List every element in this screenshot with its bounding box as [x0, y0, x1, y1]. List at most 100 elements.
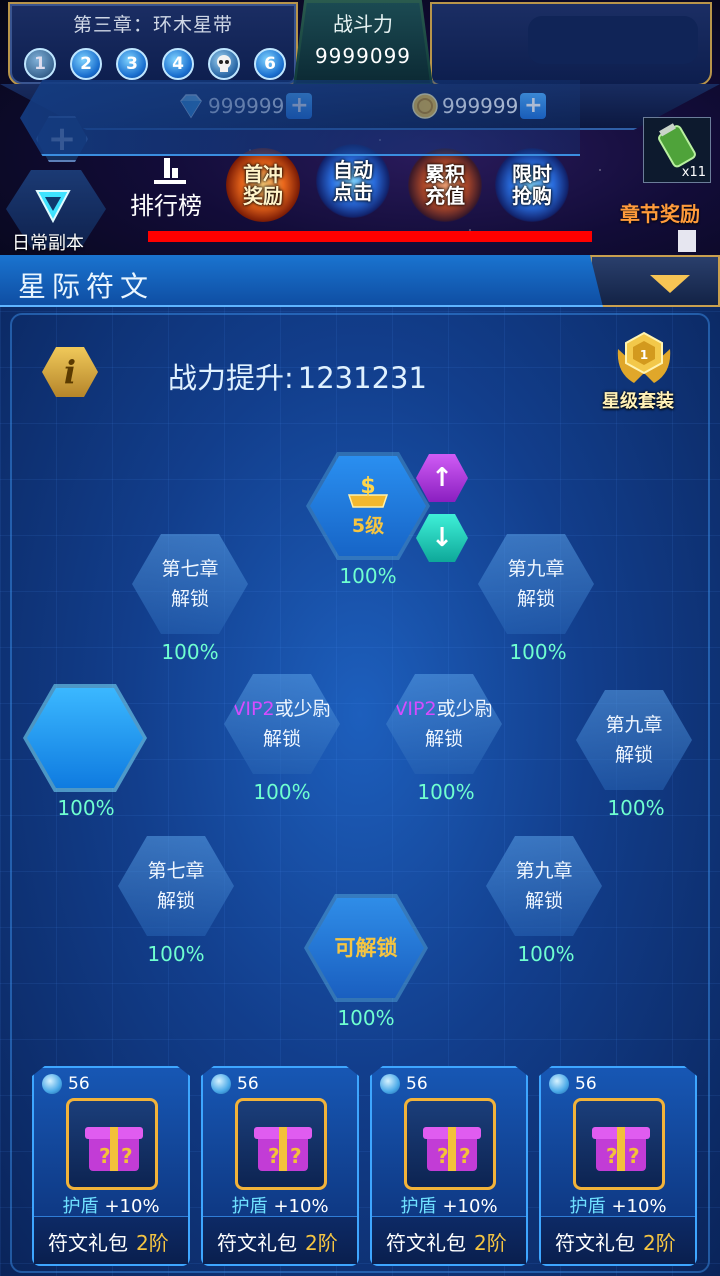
node-chapter: 第九章	[605, 714, 663, 736]
card-name-bar: 符文礼包 2阶	[34, 1216, 188, 1264]
rune-gift-card[interactable]: 56 ? ? 护盾 +10% 符文礼包 2阶	[539, 1066, 697, 1266]
card-title: 符文礼包	[217, 1231, 297, 1255]
vip-label: VIP2	[394, 698, 437, 720]
star-suit-medal-icon[interactable]: 1	[612, 329, 676, 391]
vip-label: VIP2	[232, 698, 275, 720]
card-name: 符文礼包 2阶	[386, 1227, 507, 1256]
first-recharge-line1: 首冲	[243, 162, 283, 186]
card-count-value: 56	[575, 1074, 597, 1094]
node-chapter: 第七章	[161, 558, 219, 580]
card-stat: 护盾 +10%	[372, 1192, 526, 1218]
power-boost-row	[20, 80, 580, 156]
small-indicator	[678, 230, 696, 252]
gift-frame: ? ?	[235, 1098, 327, 1190]
collapse-button[interactable]	[590, 255, 720, 307]
stat-value: +10%	[611, 1196, 667, 1217]
node-progress: 100%	[147, 942, 205, 966]
svg-text:?: ?	[606, 1144, 618, 1168]
node-unlock: 解锁	[170, 588, 209, 610]
card-title: 符文礼包	[386, 1231, 466, 1255]
auto-click-line1: 自动	[333, 158, 373, 182]
gift-frame: ? ?	[66, 1098, 158, 1190]
item-quantity: x11	[681, 165, 706, 180]
node-progress: 100%	[517, 942, 575, 966]
node-progress: 100%	[509, 640, 567, 664]
medal-number: 1	[640, 348, 648, 362]
limited-line2: 抢购	[512, 184, 552, 208]
mystery-gift-icon: ? ?	[592, 1127, 650, 1171]
power-boost-label: 战力提升:	[168, 361, 294, 395]
svg-text:?: ?	[121, 1144, 133, 1168]
card-tier: 2阶	[474, 1231, 507, 1255]
right-panel	[430, 2, 712, 86]
rune-gift-card[interactable]: 56 ? ? 护盾 +10% 符文礼包 2阶	[201, 1066, 359, 1266]
star-suit-label: 星级套装	[602, 391, 674, 412]
card-count-value: 56	[406, 1074, 428, 1094]
card-count: 56	[42, 1074, 90, 1094]
svg-text:?: ?	[437, 1144, 449, 1168]
chapter-panel[interactable]: 第三章：环木星带 1 2 3 4 6	[8, 2, 298, 86]
skull-icon	[217, 55, 231, 72]
node-chapter: 第七章	[147, 860, 205, 882]
stage-2[interactable]: 2	[70, 48, 102, 80]
empty-slot	[528, 16, 698, 64]
node-chapter: 第九章	[515, 860, 573, 882]
red-progress-line	[148, 231, 592, 242]
stage-3[interactable]: 3	[116, 48, 148, 80]
card-stat: 护盾 +10%	[203, 1192, 357, 1218]
gift-frame: ? ?	[404, 1098, 496, 1190]
card-name: 符文礼包 2阶	[48, 1227, 169, 1256]
power-boost-value: 1231231	[297, 361, 427, 395]
chapter-reward-label[interactable]: 章节奖励	[620, 198, 700, 227]
stage-boss-skull-icon[interactable]	[208, 48, 240, 80]
stat-name: 护盾	[62, 1196, 99, 1217]
orb-icon	[380, 1074, 400, 1094]
rune-gift-card[interactable]: 56 ? ? 护盾 +10% 符文礼包 2阶	[370, 1066, 528, 1266]
ranking-icon	[154, 158, 186, 184]
limited-sale-button[interactable]: 限时 抢购	[495, 148, 569, 222]
card-stat: 护盾 +10%	[541, 1192, 695, 1218]
orb-icon	[42, 1074, 62, 1094]
unlockable-label: 可解锁	[334, 936, 398, 960]
mystery-gift-icon: ? ?	[85, 1127, 143, 1171]
svg-text:?: ?	[268, 1144, 280, 1168]
node-requirement: VIP2或少尉	[394, 694, 493, 724]
combat-power-value: 9999099	[314, 44, 412, 68]
card-name-bar: 符文礼包 2阶	[541, 1216, 695, 1264]
card-count: 56	[380, 1074, 428, 1094]
combat-power-panel: 战斗力 9999099	[293, 0, 433, 86]
card-name-bar: 符文礼包 2阶	[372, 1216, 526, 1264]
rune-upgrade-icon: $	[347, 474, 389, 508]
stage-1[interactable]: 1	[24, 48, 56, 80]
stage-4[interactable]: 4	[162, 48, 194, 80]
chapter-reward-item[interactable]: x11	[643, 117, 711, 183]
chapter-title: 第三章：环木星带	[72, 14, 233, 36]
svg-text:?: ?	[459, 1144, 471, 1168]
node-progress: 100%	[253, 780, 311, 804]
stat-name: 护盾	[569, 1196, 606, 1217]
node-unlock: 解锁	[262, 728, 301, 750]
daily-dungeon-label: 日常副本	[12, 233, 84, 254]
mystery-gift-icon: ? ?	[423, 1127, 481, 1171]
limited-line1: 限时	[512, 162, 552, 186]
power-boost: 战力提升: 1231231	[168, 355, 427, 397]
card-tier: 2阶	[136, 1231, 169, 1255]
orb-icon	[211, 1074, 231, 1094]
card-stat: 护盾 +10%	[34, 1192, 188, 1218]
rank-requirement: 或少尉	[274, 698, 332, 720]
node-progress: 100%	[57, 796, 115, 820]
rune-gift-card[interactable]: 56 ? ? 护盾 +10% 符文礼包 2阶	[32, 1066, 190, 1266]
card-tier: 2阶	[643, 1231, 676, 1255]
ranking-button[interactable]: 排行榜	[130, 186, 202, 221]
auto-click-line2: 点击	[333, 180, 373, 204]
node-progress: 100%	[161, 640, 219, 664]
first-recharge-reward-button[interactable]: 首冲 奖励	[226, 148, 300, 222]
rank-requirement: 或少尉	[436, 698, 494, 720]
cumulative-recharge-button[interactable]: 累积 充值	[408, 148, 482, 222]
card-name-bar: 符文礼包 2阶	[203, 1216, 357, 1264]
stat-name: 护盾	[231, 1196, 268, 1217]
card-count: 56	[549, 1074, 597, 1094]
orb-icon	[549, 1074, 569, 1094]
stage-6[interactable]: 6	[254, 48, 286, 80]
card-title: 符文礼包	[48, 1231, 128, 1255]
